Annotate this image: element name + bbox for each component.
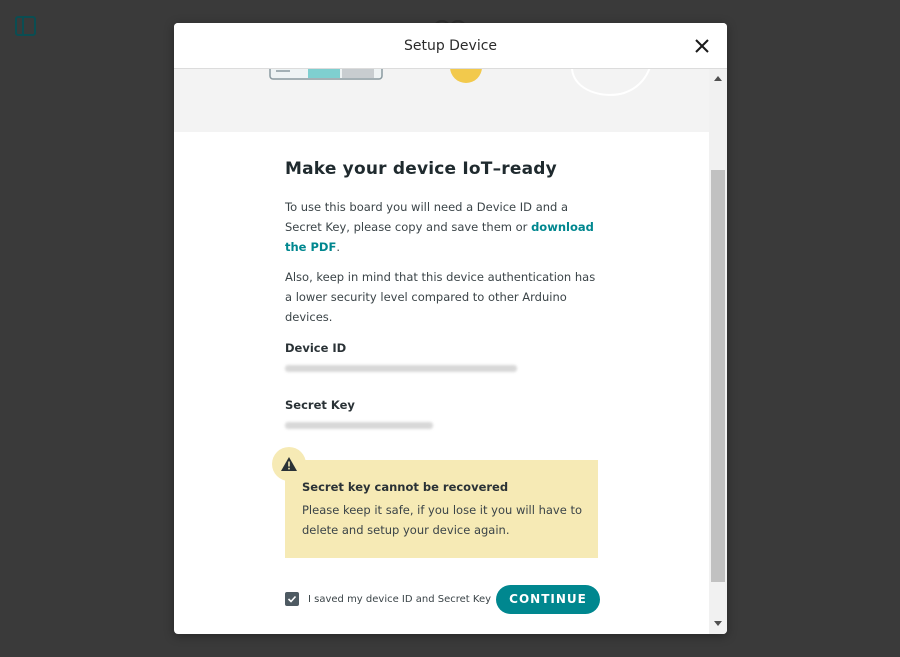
device-id-label: Device ID [285, 341, 347, 355]
continue-button[interactable]: CONTINUE [496, 584, 600, 614]
close-icon [695, 39, 709, 53]
saved-credentials-checkbox[interactable] [285, 592, 299, 606]
warning-badge [272, 447, 306, 481]
saved-credentials-label[interactable]: I saved my device ID and Secret Key [308, 594, 491, 605]
instructions-prefix: To use this board you will need a Device… [285, 200, 569, 234]
warning-title: Secret key cannot be recovered [302, 480, 509, 494]
modal-title: Setup Device [403, 37, 498, 54]
warning-box: Secret key cannot be recovered Please ke… [272, 447, 598, 558]
content: Make your device IoT–ready To use this b… [285, 159, 600, 429]
modal-footer: I saved my device ID and Secret Key CONT… [285, 584, 600, 614]
close-button[interactable] [693, 37, 711, 55]
secret-key-value [285, 422, 433, 429]
scroll-up-icon[interactable] [709, 71, 727, 85]
secret-key-label: Secret Key [285, 398, 355, 412]
modal-body: Make your device IoT–ready To use this b… [174, 69, 709, 634]
warning-text: Please keep it safe, if you lose it you … [302, 503, 583, 537]
scroll-down-icon[interactable] [709, 617, 727, 631]
modal-scrollbar[interactable] [709, 69, 727, 634]
setup-device-modal: Setup Device Make your device IoT–ready … [174, 23, 727, 634]
modal-header: Setup Device [174, 23, 727, 69]
checkmark-icon [287, 595, 297, 603]
device-illustration [174, 69, 709, 132]
page-heading: Make your device IoT–ready [285, 159, 557, 179]
device-id-value [285, 365, 517, 372]
instructions-suffix: . [336, 240, 340, 254]
warning-icon [281, 457, 297, 471]
scroll-thumb[interactable] [711, 170, 725, 582]
security-note: Also, keep in mind that this device auth… [285, 270, 596, 324]
instructions-text: To use this board you will need a Device… [285, 197, 600, 257]
sidebar-toggle-icon[interactable] [14, 14, 38, 38]
